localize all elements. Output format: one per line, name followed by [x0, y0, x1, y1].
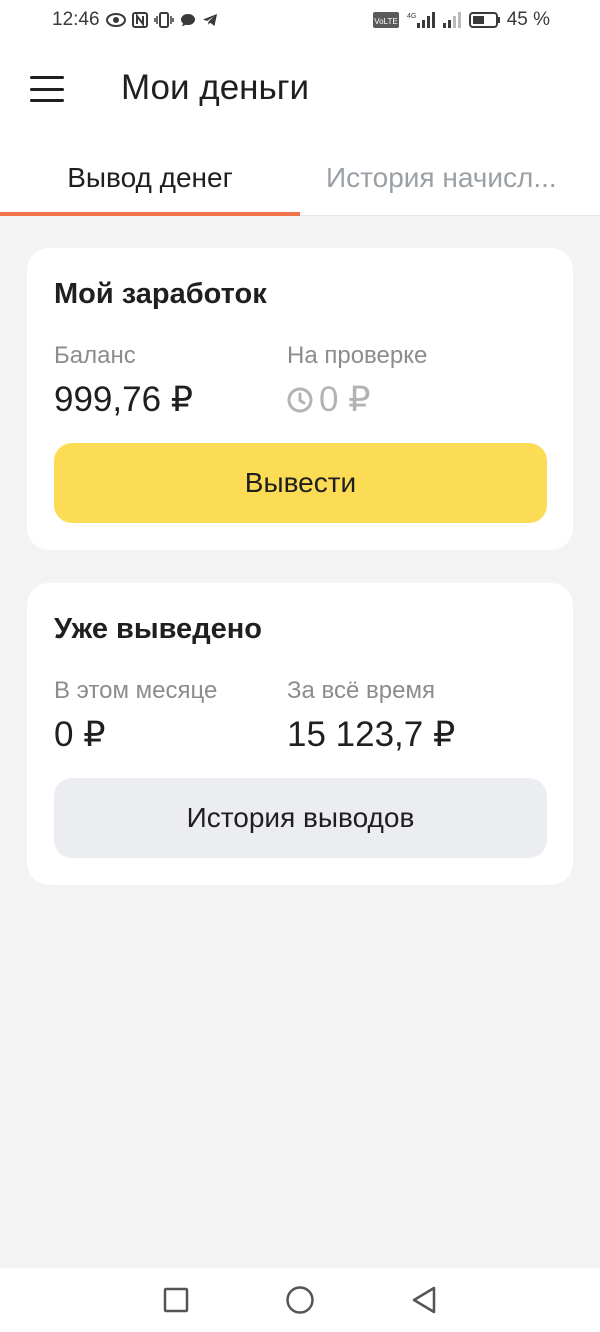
total-label: За всё время: [287, 677, 435, 704]
square-recent-apps-icon[interactable]: [156, 1280, 196, 1320]
vibrate-icon: [153, 12, 174, 28]
balance-label: Баланс: [54, 342, 136, 369]
pending-value: 0 ₽: [319, 380, 371, 419]
nfc-icon: [131, 12, 148, 28]
month-value: 0 ₽: [54, 715, 106, 754]
pending-amount: 0 ₽: [287, 380, 370, 420]
system-nav-bar: [0, 1268, 600, 1332]
status-bar: 12:46 VoLTE 4G 45 %: [0, 0, 600, 40]
battery-icon: [468, 11, 501, 29]
telegram-icon: [202, 12, 218, 28]
earnings-title: Мой заработок: [54, 278, 267, 310]
eye-icon: [105, 13, 126, 27]
withdrawn-card: Уже выведено В этом месяце 0 ₽ За всё вр…: [27, 583, 573, 885]
signal-icon-2: [441, 11, 463, 29]
status-bar-left: 12:46: [52, 9, 218, 31]
tab-bar: Вывод денег История начисл...: [0, 140, 600, 216]
hamburger-menu-icon[interactable]: [30, 76, 64, 102]
volte-icon: VoLTE: [372, 12, 399, 28]
earnings-card: Мой заработок Баланс 999,76 ₽ На проверк…: [27, 248, 573, 550]
triangle-back-icon[interactable]: [404, 1280, 444, 1320]
tab-withdraw[interactable]: Вывод денег: [0, 140, 300, 216]
page-title: Мои деньги: [121, 68, 310, 107]
total-value: 15 123,7 ₽: [287, 715, 456, 754]
withdraw-button[interactable]: Вывести: [54, 443, 547, 523]
withdrawal-history-button[interactable]: История выводов: [54, 778, 547, 858]
withdrawn-title: Уже выведено: [54, 613, 262, 645]
pending-label: На проверке: [287, 342, 428, 369]
circle-home-icon[interactable]: [280, 1280, 320, 1320]
active-tab-indicator: [0, 212, 300, 216]
status-time: 12:46: [52, 9, 100, 30]
app-bar: Мои деньги: [0, 40, 600, 140]
signal-icon: 4G: [405, 11, 435, 29]
volte-text: VoLTE: [374, 17, 397, 26]
network-text: 4G: [407, 13, 416, 20]
tab-accrual-history[interactable]: История начисл...: [300, 140, 600, 216]
status-bar-right: VoLTE 4G 45 %: [372, 9, 550, 31]
battery-percent: 45 %: [506, 9, 550, 30]
month-label: В этом месяце: [54, 677, 218, 704]
balance-value: 999,76 ₽: [54, 380, 194, 419]
clock-icon: [287, 387, 313, 413]
message-icon: [180, 12, 196, 28]
